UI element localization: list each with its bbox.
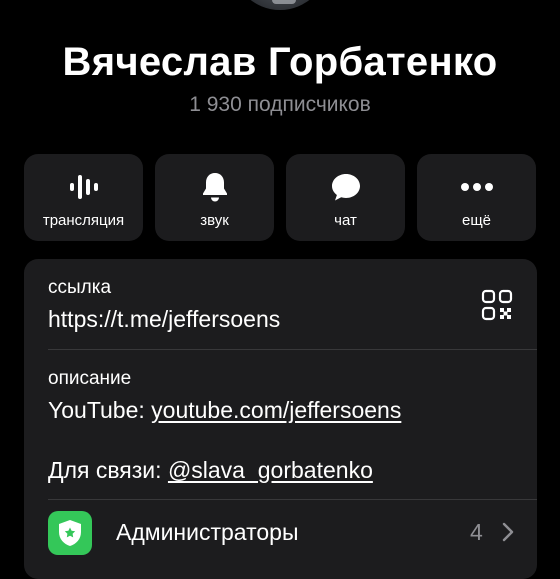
chat-label: чат: [334, 212, 357, 229]
avatar[interactable]: [232, 0, 328, 10]
bell-icon: [200, 170, 230, 204]
info-card: ссылка https://t.me/jeffersoens описание…: [24, 259, 537, 579]
chat-bubble-icon: [330, 170, 362, 204]
divider: [48, 349, 537, 350]
contact-prefix: Для связи:: [48, 457, 168, 483]
broadcast-label: трансляция: [42, 212, 125, 229]
more-label: ещё: [461, 212, 492, 229]
description-youtube: YouTube: youtube.com/jeffersoens: [48, 397, 401, 424]
more-dots-icon: [460, 170, 494, 204]
description-contact: Для связи: @slava_gorbatenko: [48, 457, 373, 484]
qr-code-icon[interactable]: [481, 289, 513, 326]
administrators-label: Администраторы: [116, 519, 299, 545]
link-value[interactable]: https://t.me/jeffersoens: [48, 306, 280, 333]
shield-badge-icon: [48, 511, 92, 555]
broadcast-button[interactable]: трансляция: [24, 154, 143, 241]
sound-label: звук: [200, 212, 229, 229]
youtube-link[interactable]: youtube.com/jeffersoens: [151, 397, 401, 423]
chevron-right-icon: [502, 522, 514, 547]
administrators-count: 4: [470, 519, 483, 545]
sound-button[interactable]: звук: [155, 154, 274, 241]
link-label: ссылка: [48, 277, 112, 298]
contact-link[interactable]: @slava_gorbatenko: [168, 457, 373, 483]
more-button[interactable]: ещё: [417, 154, 536, 241]
divider: [48, 499, 537, 500]
profile-name: Вячеслав Горбатенко: [62, 40, 498, 84]
subscriber-count: 1 930 подписчиков: [189, 93, 371, 116]
description-label: описание: [48, 368, 132, 389]
youtube-prefix: YouTube:: [48, 397, 152, 423]
action-bar: трансляция звук чат ещё: [24, 154, 537, 241]
waveform-icon: [68, 170, 100, 204]
chat-button[interactable]: чат: [286, 154, 405, 241]
